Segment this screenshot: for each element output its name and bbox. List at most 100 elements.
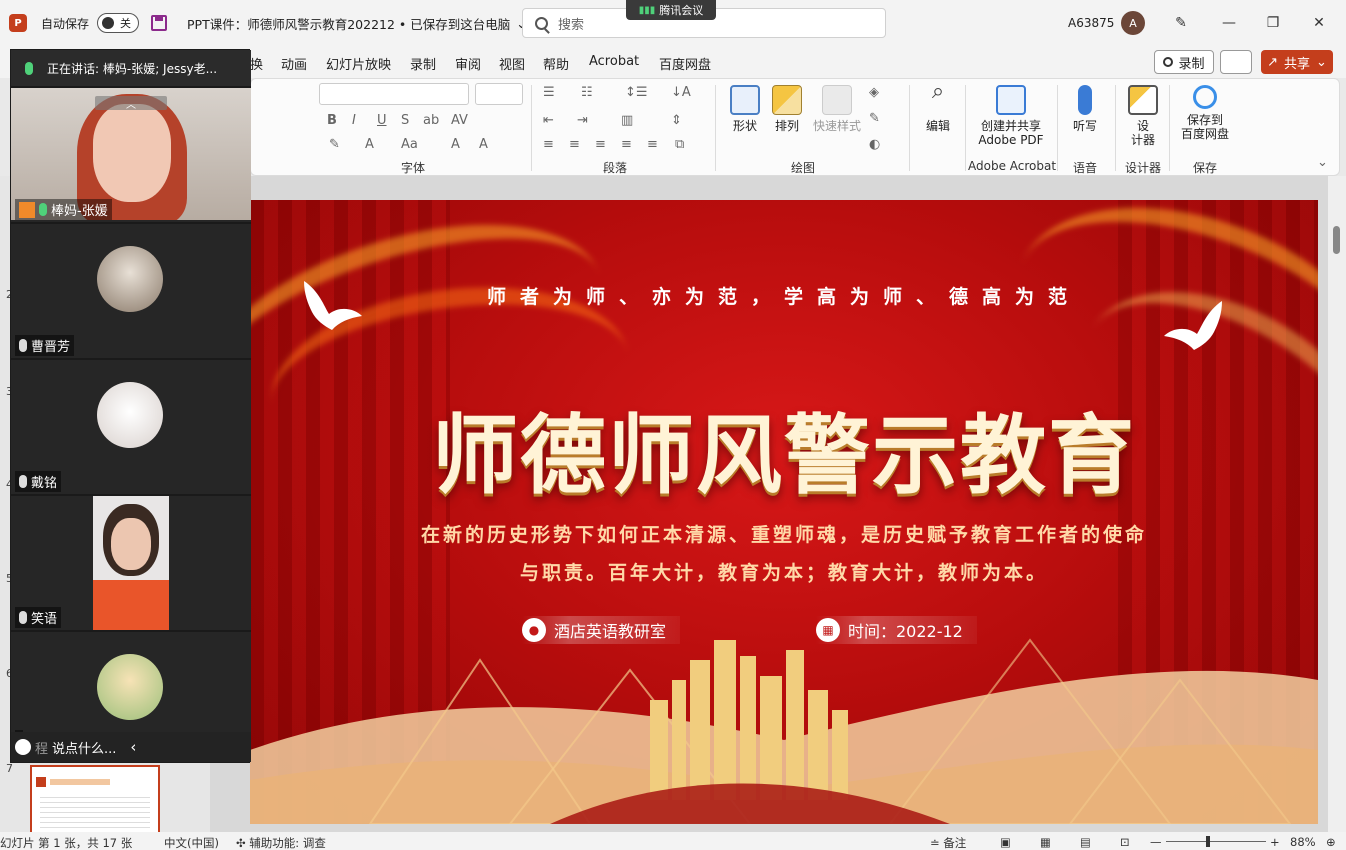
pen-icon[interactable]: ✎ (1170, 12, 1192, 34)
font-name-dropdown[interactable] (319, 83, 469, 105)
tab-record[interactable]: 录制 (410, 54, 436, 73)
tab-acrobat[interactable]: Acrobat (589, 54, 639, 69)
zoom-in-icon[interactable]: + (1270, 835, 1280, 849)
participant-tile[interactable]: 笑语 (11, 494, 251, 630)
slideshow-view-icon[interactable]: ⊡ (1120, 835, 1130, 849)
slide-thumbnail[interactable] (30, 765, 160, 835)
document-title[interactable]: PPT课件：师德师风警示教育202212 • 已保存到这台电脑⌄ (187, 14, 527, 33)
record-button[interactable]: 录制 (1154, 50, 1214, 74)
meeting-panel[interactable]: 正在讲话: 棒妈-张媛; Jessy老... ︿ 棒妈-张媛 曹晋芳 戴铭 笑语… (10, 49, 251, 763)
highlight-icon[interactable]: ✎ (329, 137, 340, 152)
slide-title[interactable]: 师德师风警示教育 (250, 385, 1318, 510)
chat-input[interactable]: 程 说点什么... ‹ (11, 732, 251, 762)
autosave-toggle[interactable]: 关 (97, 13, 140, 33)
share-button[interactable]: ↗ 共享 ⌄ (1261, 50, 1333, 74)
quick-style-button[interactable]: 快速样式 (807, 85, 867, 133)
shape-effects-icon[interactable]: ◐ (869, 137, 880, 152)
numbering-icon[interactable]: ☷ (581, 85, 593, 100)
line-spacing-icon[interactable]: ↕☰ (625, 85, 648, 100)
normal-view-icon[interactable]: ▣ (1000, 835, 1011, 849)
microphone-on-icon (39, 203, 47, 216)
shape-fill-icon[interactable]: ◈ (869, 85, 879, 100)
align-text-icon[interactable]: ⇕ (671, 113, 682, 128)
designer-button[interactable]: 设计器 (1123, 85, 1163, 147)
bold-icon[interactable]: B (327, 113, 337, 128)
maximize-icon[interactable]: ❐ (1262, 12, 1284, 34)
smartart-icon[interactable]: ⧉ (675, 137, 684, 152)
slide-subtitle-line2[interactable]: 与职责。百年大计，教育为本；教育大计，教师为本。 (250, 558, 1318, 585)
zoom-level[interactable]: 88% (1290, 835, 1316, 849)
chevron-left-icon[interactable]: ‹ (130, 738, 136, 756)
increase-indent-icon[interactable]: ⇥ (577, 113, 588, 128)
align-right-icon[interactable]: ≡ (595, 137, 606, 152)
save-baidu-label-1: 保存到 (1186, 113, 1223, 127)
save-baidu-button[interactable]: 保存到 百度网盘 (1177, 85, 1233, 141)
tab-review[interactable]: 审阅 (455, 54, 481, 73)
text-direction-icon[interactable]: ↓A (671, 85, 691, 100)
participant-tile[interactable]: 戴铭 (11, 358, 251, 494)
strikethrough-icon[interactable]: ab (423, 113, 439, 128)
tab-view[interactable]: 视图 (499, 54, 525, 73)
zoom-slider[interactable] (1166, 841, 1266, 842)
decrease-font-icon[interactable]: A (479, 137, 488, 152)
user-name[interactable]: A63875 (1068, 16, 1114, 30)
char-spacing-icon[interactable]: AV (451, 113, 468, 128)
align-center-icon[interactable]: ≡ (569, 137, 580, 152)
arrange-label: 排列 (774, 119, 799, 133)
zoom-out-icon[interactable]: — (1150, 835, 1162, 849)
comment-icon[interactable] (1220, 50, 1252, 74)
slide-sorter-icon[interactable]: ▦ (1040, 835, 1051, 849)
shape-button[interactable]: 形状 (725, 85, 765, 133)
notes-button[interactable]: ≐ 备注 (930, 835, 966, 850)
shape-outline-icon[interactable]: ✎ (869, 111, 880, 126)
minimize-icon[interactable]: — (1218, 12, 1240, 34)
language-indicator[interactable]: 中文(中国) (164, 835, 219, 850)
fit-slide-icon[interactable]: ⊕ (1326, 835, 1336, 849)
distribute-icon[interactable]: ≡ (647, 137, 658, 152)
search-placeholder: 搜索 (558, 17, 585, 33)
collapse-ribbon-icon[interactable]: ⌄ (1317, 155, 1328, 170)
italic-icon[interactable]: I (352, 113, 356, 128)
emoji-icon[interactable] (15, 739, 31, 755)
slide-subtitle-line1[interactable]: 在新的历史形势下如何正本清源、重塑师魂，是历史赋予教育工作者的使命 (250, 520, 1318, 547)
justify-icon[interactable]: ≡ (621, 137, 632, 152)
reading-view-icon[interactable]: ▤ (1080, 835, 1091, 849)
tab-slideshow[interactable]: 幻灯片放映 (326, 54, 391, 73)
meeting-badge[interactable]: ▮▮▮ 腾讯会议 (626, 0, 716, 20)
tab-help[interactable]: 帮助 (543, 54, 569, 73)
tab-transitions[interactable]: 换 (250, 54, 263, 73)
vertical-scrollbar[interactable] (1328, 176, 1346, 832)
scroll-thumb[interactable] (1333, 226, 1340, 254)
collapse-video-icon[interactable]: ︿ (95, 96, 167, 111)
participant-tile[interactable]: ︿ 棒妈-张媛 (11, 86, 251, 222)
close-icon[interactable]: ✕ (1308, 12, 1330, 34)
edit-button[interactable]: ⌕ 编辑 (917, 81, 959, 134)
shadow-icon[interactable]: S (401, 113, 409, 128)
group-separator (1115, 85, 1116, 171)
align-left-icon[interactable]: ≡ (543, 137, 554, 152)
tab-baidu[interactable]: 百度网盘 (659, 54, 711, 73)
participant-tile[interactable] (11, 630, 251, 734)
participant-avatar (97, 654, 163, 720)
save-icon[interactable] (151, 15, 168, 31)
dictate-button[interactable]: 听写 (1067, 85, 1103, 133)
arrange-button[interactable]: 排列 (767, 85, 807, 133)
font-color-icon[interactable]: A (365, 137, 374, 152)
decrease-indent-icon[interactable]: ⇤ (543, 113, 554, 128)
slide-canvas[interactable]: 师者为师、亦为范，学高为师、德高为范 师德师风警示教育 在新的历史形势下如何正本… (250, 200, 1318, 824)
participant-video (93, 496, 169, 630)
autosave-label: 自动保存 (41, 16, 90, 31)
font-size-dropdown[interactable] (475, 83, 523, 105)
increase-font-icon[interactable]: A (451, 137, 460, 152)
slide-motto[interactable]: 师者为师、亦为范，学高为师、德高为范 (250, 282, 1318, 309)
accessibility-status[interactable]: ✣ 辅助功能: 调查 (236, 835, 326, 850)
bullets-icon[interactable]: ☰ (543, 85, 555, 100)
underline-icon[interactable]: U (377, 113, 387, 128)
zoom-slider-thumb[interactable] (1206, 836, 1210, 847)
create-share-pdf-button[interactable]: 创建并共享 Adobe PDF (975, 85, 1047, 147)
change-case-icon[interactable]: Aa (401, 137, 418, 152)
avatar[interactable]: A (1121, 11, 1145, 35)
columns-icon[interactable]: ▥ (621, 113, 633, 128)
participant-tile[interactable]: 曹晋芳 (11, 222, 251, 358)
tab-animations[interactable]: 动画 (281, 54, 307, 73)
